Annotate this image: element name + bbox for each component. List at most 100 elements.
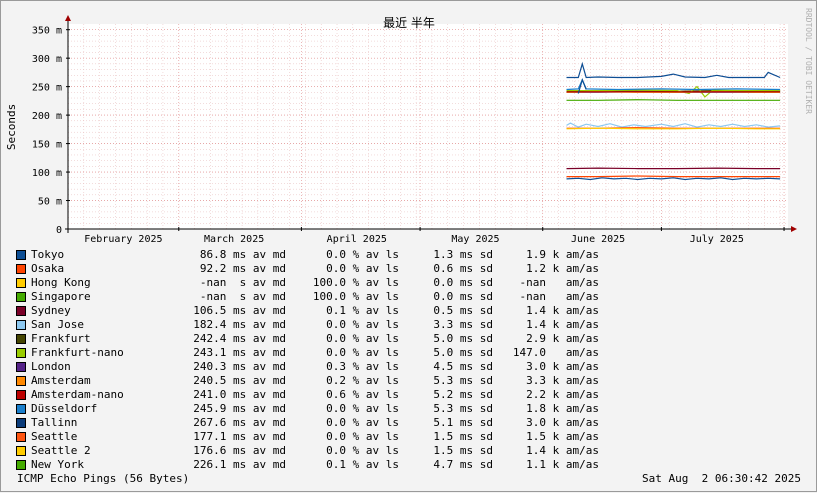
legend-host-name: Düsseldorf: [31, 402, 98, 415]
y-tick-label: 300 m: [32, 54, 62, 65]
y-tick-label: 350 m: [32, 26, 62, 37]
series-line-seattle-2: [566, 127, 781, 130]
rrdtool-watermark: RRDTOOL / TOBI OETIKER: [804, 8, 813, 114]
legend-packet-loss: 0.0 % av ls: [326, 332, 399, 345]
legend-swatch: [16, 278, 26, 288]
legend-swatch: [16, 432, 26, 442]
legend-swatch: [16, 306, 26, 316]
legend-host-name: Amsterdam-nano: [31, 388, 124, 401]
x-tick-label: April 2025: [327, 234, 387, 245]
graph-timestamp: Sat Aug 2 06:30:42 2025: [642, 472, 801, 485]
y-tick-label: 150 m: [32, 140, 62, 151]
x-tick-label: May 2025: [451, 234, 499, 245]
legend-am-as: 1.9 k am/as: [526, 248, 599, 261]
legend-am-as: 3.0 k am/as: [526, 360, 599, 373]
legend-am-as: 2.2 k am/as: [526, 388, 599, 401]
legend-swatch: [16, 334, 26, 344]
legend-std-dev: 5.1 ms sd: [433, 416, 493, 429]
legend-packet-loss: 0.0 % av ls: [326, 430, 399, 443]
legend-am-as: -nan am/as: [519, 290, 599, 303]
legend-median-rtt: 267.6 ms av md: [193, 416, 286, 429]
legend-am-as: 1.8 k am/as: [526, 402, 599, 415]
legend-std-dev: 5.2 ms sd: [433, 388, 493, 401]
legend-median-rtt: -nan s av md: [199, 290, 286, 303]
y-tick-label: 100 m: [32, 168, 62, 179]
legend-std-dev: 5.0 ms sd: [433, 332, 493, 345]
y-tick-labels: 0 50 m 100 m 150 m 200 m 250 m 300 m 350 m: [32, 26, 62, 236]
legend-host-name: Seattle: [31, 430, 78, 443]
legend-am-as: 147.0 am/as: [512, 346, 599, 359]
legend-swatch: [16, 362, 26, 372]
legend-host-name: New York: [31, 458, 84, 471]
legend-host-name: San Jose: [31, 318, 84, 331]
legend-median-rtt: 92.2 ms av md: [199, 262, 286, 275]
y-axis-label: Seconds: [5, 104, 18, 150]
legend-median-rtt: 242.4 ms av md: [193, 332, 286, 345]
x-tick-label: March 2025: [204, 234, 264, 245]
legend-std-dev: 5.0 ms sd: [433, 346, 493, 359]
legend-am-as: 2.9 k am/as: [526, 332, 599, 345]
legend-packet-loss: 0.2 % av ls: [326, 374, 399, 387]
series-line-sydney: [566, 167, 781, 170]
legend-packet-loss: 0.3 % av ls: [326, 360, 399, 373]
legend-am-as: 3.0 k am/as: [526, 416, 599, 429]
legend-median-rtt: 240.3 ms av md: [193, 360, 286, 373]
legend-std-dev: 0.6 ms sd: [433, 262, 493, 275]
legend-swatch: [16, 250, 26, 260]
y-tick-label: 0: [56, 225, 62, 236]
legend-host-name: Frankfurt: [31, 332, 91, 345]
legend-packet-loss: 0.1 % av ls: [326, 458, 399, 471]
legend-host-name: Seattle 2: [31, 444, 91, 457]
legend-am-as: 1.4 k am/as: [526, 304, 599, 317]
legend-std-dev: 5.3 ms sd: [433, 402, 493, 415]
legend-host-name: Tallinn: [31, 416, 78, 429]
legend-packet-loss: 0.0 % av ls: [326, 318, 399, 331]
x-tick-label: February 2025: [84, 234, 162, 245]
legend-am-as: -nan am/as: [519, 276, 599, 289]
legend-std-dev: 0.0 ms sd: [433, 290, 493, 303]
series-line-new-york: [566, 99, 781, 101]
chart-title: 最近 半年: [383, 16, 435, 30]
legend-swatch: [16, 320, 26, 330]
legend-packet-loss: 0.0 % av ls: [326, 346, 399, 359]
legend-packet-loss: 100.0 % av ls: [312, 290, 399, 303]
legend-std-dev: 1.5 ms sd: [433, 430, 493, 443]
legend-median-rtt: 177.1 ms av md: [193, 430, 286, 443]
series-line-osaka: [566, 175, 781, 178]
legend-host-name: Amsterdam: [31, 374, 91, 387]
legend-am-as: 1.2 k am/as: [526, 262, 599, 275]
x-axis-arrow: [791, 226, 797, 232]
y-tick-label: 50 m: [38, 197, 62, 208]
legend-host-name: Tokyo: [31, 248, 65, 261]
legend-host-name: London: [31, 360, 71, 373]
legend-packet-loss: 0.0 % av ls: [326, 444, 399, 457]
legend-am-as: 3.3 k am/as: [526, 374, 599, 387]
legend-median-rtt: 106.5 ms av md: [193, 304, 286, 317]
legend-swatch: [16, 404, 26, 414]
legend-swatch: [16, 348, 26, 358]
legend-median-rtt: 240.5 ms av md: [193, 374, 286, 387]
legend-swatch: [16, 390, 26, 400]
legend-host-name: Frankfurt-nano: [31, 346, 124, 359]
legend-swatch: [16, 376, 26, 386]
legend-median-rtt: 182.4 ms av md: [193, 318, 286, 331]
legend-std-dev: 5.3 ms sd: [433, 374, 493, 387]
legend-swatch: [16, 418, 26, 428]
legend-host-name: Hong Kong: [31, 276, 91, 289]
legend-median-rtt: 226.1 ms av md: [193, 458, 286, 471]
legend-median-rtt: 176.6 ms av md: [193, 444, 286, 457]
legend-packet-loss: 100.0 % av ls: [312, 276, 399, 289]
x-tick-label: July 2025: [690, 234, 744, 245]
x-tick-labels: February 2025 March 2025 April 2025 May 202…: [84, 234, 744, 245]
y-tick-label: 250 m: [32, 83, 62, 94]
legend-packet-loss: 0.1 % av ls: [326, 304, 399, 317]
legend-host-name: Osaka: [31, 262, 65, 275]
legend-swatch: [16, 264, 26, 274]
legend-packet-loss: 0.6 % av ls: [326, 388, 399, 401]
legend-packet-loss: 0.0 % av ls: [326, 416, 399, 429]
legend-std-dev: 0.0 ms sd: [433, 276, 493, 289]
legend-host-name: Singapore: [31, 290, 91, 303]
legend-am-as: 1.5 k am/as: [526, 430, 599, 443]
legend-swatch: [16, 446, 26, 456]
legend-am-as: 1.4 k am/as: [526, 444, 599, 457]
